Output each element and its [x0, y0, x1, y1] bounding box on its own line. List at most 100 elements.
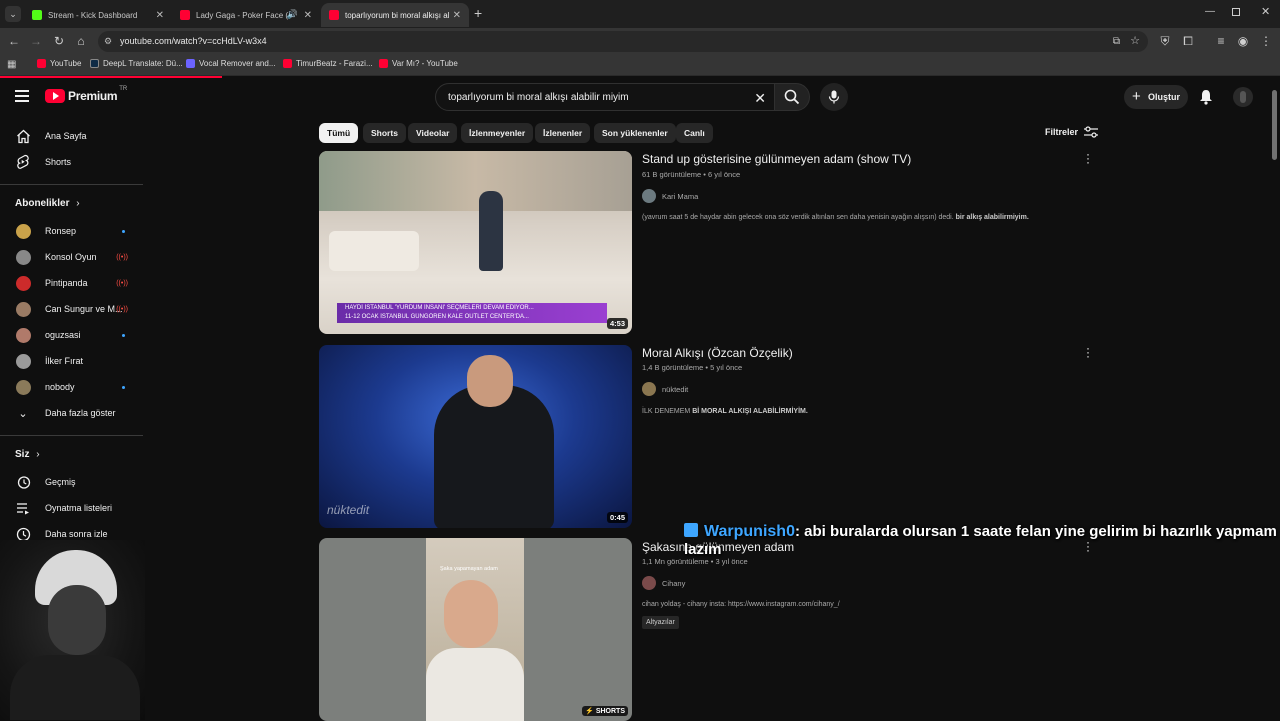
create-label: Oluştur: [1148, 92, 1181, 102]
apps-grid-icon[interactable]: ▦: [7, 59, 16, 70]
sidebar-item-label: Geçmiş: [45, 477, 76, 487]
search-input[interactable]: toparlıyorum bi moral alkışı alabilir mi…: [435, 83, 775, 111]
new-tab-button[interactable]: +: [474, 5, 482, 21]
youtube-header: Premium TR toparlıyorum bi moral alkışı …: [0, 78, 1280, 116]
sidebar-show-more[interactable]: ⌄ Daha fazla göster: [0, 400, 145, 426]
chip-recently-uploaded[interactable]: Son yüklenenler: [594, 123, 676, 143]
sidebar-item-shorts[interactable]: Shorts: [0, 149, 145, 175]
sidebar-sub-ronsep[interactable]: Ronsep: [0, 218, 145, 244]
tab-close-icon[interactable]: ✕: [453, 10, 461, 21]
clear-search-icon[interactable]: ✕: [754, 84, 766, 112]
shorts-icon: [15, 154, 31, 170]
news-ticker-bar: HAYDİ İSTANBUL 'YURDUM İNSANI' SEÇMELERİ…: [337, 303, 607, 323]
kick-favicon-icon: [32, 10, 42, 20]
sidebar-sub-nobody[interactable]: nobody: [0, 374, 145, 400]
bookmark-youtube[interactable]: YouTube: [37, 59, 81, 68]
sidebar-sub-ilker-firat[interactable]: İlker Fırat: [0, 348, 145, 374]
channel-link[interactable]: Cihany: [642, 576, 685, 590]
audio-playing-icon[interactable]: 🔊: [287, 9, 298, 20]
address-bar[interactable]: ⚙ youtube.com/watch?v=ccHdLV-w3x4 ⧉ ☆: [98, 31, 1148, 52]
sidebar-sub-konsol-oyun[interactable]: Konsol Oyun ((•)): [0, 244, 145, 270]
chip-watched[interactable]: İzlenenler: [535, 123, 591, 143]
tab-search-button[interactable]: ⌄: [5, 6, 21, 22]
video-thumbnail[interactable]: nüktedit 0:45: [319, 345, 632, 528]
plus-icon: +: [1132, 88, 1141, 105]
channel-watermark: nüktedit: [327, 503, 370, 517]
chip-unwatched[interactable]: İzlenmeyenler: [461, 123, 534, 143]
browser-tab-lady-gaga[interactable]: Lady Gaga - Poker Face (Of 🔊 ✕: [172, 3, 320, 27]
hamburger-menu-icon[interactable]: [15, 90, 29, 102]
chat-command-icon: [684, 523, 698, 537]
channel-link[interactable]: Kari Mama: [642, 189, 698, 203]
video-title[interactable]: Stand up gösterisine gülünmeyen adam (sh…: [642, 152, 911, 166]
sidebar-sub-can-sungur[interactable]: Can Sungur ve M... ((•)): [0, 296, 145, 322]
bookmark-star-icon[interactable]: ☆: [1130, 31, 1140, 52]
view-count: 1,4 B görüntüleme: [642, 363, 704, 372]
account-avatar[interactable]: [1233, 87, 1253, 107]
close-window-icon[interactable]: ✕: [1261, 5, 1270, 18]
home-icon[interactable]: ⌂: [74, 34, 88, 48]
tab-close-icon[interactable]: ✕: [304, 10, 312, 21]
page-scrollbar[interactable]: [1272, 90, 1277, 160]
browser-toolbar: ← → ↻ ⌂ ⚙ youtube.com/watch?v=ccHdLV-w3x…: [0, 28, 1280, 54]
chip-live[interactable]: Canlı: [676, 123, 713, 143]
sidebar-item-history[interactable]: Geçmiş: [0, 469, 145, 495]
extension-shield-icon[interactable]: ⛨: [1158, 34, 1172, 48]
video-thumbnail[interactable]: HAYDİ İSTANBUL 'YURDUM İNSANI' SEÇMELERİ…: [319, 151, 632, 334]
bookmark-timurbeatz[interactable]: TimurBeatz - Farazi...: [283, 59, 373, 68]
tab-close-icon[interactable]: ✕: [156, 10, 164, 21]
filters-button[interactable]: Filtreler: [1045, 126, 1099, 138]
you-heading[interactable]: Siz ›: [15, 449, 40, 460]
sidebar-sub-pintipanda[interactable]: Pintipanda ((•)): [0, 270, 145, 296]
reload-icon[interactable]: ↻: [52, 34, 66, 48]
more-actions-icon[interactable]: · · ·: [1084, 342, 1092, 362]
sidebar-item-playlists[interactable]: Oynatma listeleri: [0, 495, 145, 521]
sidebar-item-label: Shorts: [45, 157, 72, 167]
video-description: İLK DENEMEM Bİ MORAL ALKIŞI ALABİLİRMİYİ…: [642, 408, 808, 415]
filter-sliders-icon: [1084, 126, 1099, 138]
show-more-label: Daha fazla göster: [45, 408, 116, 418]
forward-arrow-icon[interactable]: →: [29, 34, 43, 48]
browser-tab-strip: ⌄ Stream - Kick Dashboard ✕ Lady Gaga - …: [0, 0, 1280, 28]
chrome-menu-icon[interactable]: ⋮: [1259, 34, 1273, 48]
site-info-icon[interactable]: ⚙: [104, 31, 112, 52]
sidebar-item-home[interactable]: Ana Sayfa: [0, 123, 145, 149]
notifications-bell-icon[interactable]: [1199, 89, 1213, 105]
back-arrow-icon[interactable]: ←: [7, 34, 21, 48]
minimize-window-icon[interactable]: —: [1205, 6, 1215, 17]
browser-tab-active[interactable]: toparlıyorum bi moral alkışı ala ✕: [321, 3, 469, 27]
avatar: [15, 249, 31, 265]
subscription-name: İlker Fırat: [45, 356, 84, 366]
video-title[interactable]: Moral Alkışı (Özcan Özçelik): [642, 346, 793, 360]
browser-tab-kick[interactable]: Stream - Kick Dashboard ✕: [24, 3, 172, 27]
video-description: cihan yoldaş - cihany insta: https://www…: [642, 601, 840, 608]
bookmark-var-mi[interactable]: Var Mı? - YouTube: [379, 59, 458, 68]
shorts-badge: ⚡ SHORTS: [582, 706, 628, 716]
chip-all[interactable]: Tümü: [319, 123, 359, 143]
search-button[interactable]: [774, 83, 810, 111]
media-controls-icon[interactable]: ≡: [1214, 34, 1228, 48]
chip-videos[interactable]: Videolar: [408, 123, 458, 143]
profile-icon[interactable]: ◉: [1236, 34, 1250, 48]
install-app-icon[interactable]: ⧉: [1113, 31, 1120, 52]
extensions-puzzle-icon[interactable]: ⧠: [1181, 34, 1195, 48]
studio-backdrop-shape: [319, 151, 632, 211]
channel-link[interactable]: nüktedit: [642, 382, 688, 396]
chip-shorts[interactable]: Shorts: [363, 123, 406, 143]
sidebar-sub-oguzsasi[interactable]: oguzsasi: [0, 322, 145, 348]
shorts-badge-label: SHORTS: [595, 708, 625, 715]
bookmark-vocal-remover[interactable]: Vocal Remover and...: [186, 59, 275, 68]
sidebar-item-label: Oynatma listeleri: [45, 503, 113, 513]
restore-window-icon[interactable]: [1232, 8, 1240, 16]
filters-label: Filtreler: [1045, 127, 1079, 137]
video-metadata: 1,4 B görüntüleme • 5 yıl önce: [642, 363, 743, 372]
youtube-premium-logo[interactable]: Premium TR: [45, 86, 127, 103]
create-button[interactable]: + Oluştur: [1124, 85, 1188, 109]
subtitles-badge: Altyazılar: [642, 616, 679, 629]
voice-search-button[interactable]: [820, 83, 848, 111]
more-actions-icon[interactable]: · · ·: [1084, 148, 1092, 168]
video-thumbnail[interactable]: Şaka yapamayan adam ⚡ SHORTS: [319, 538, 632, 721]
subscriptions-heading[interactable]: Abonelikler ›: [15, 198, 80, 209]
bookmark-deepl[interactable]: DeepL Translate: Dü...: [90, 59, 183, 68]
youtube-favicon-icon: [283, 59, 292, 68]
